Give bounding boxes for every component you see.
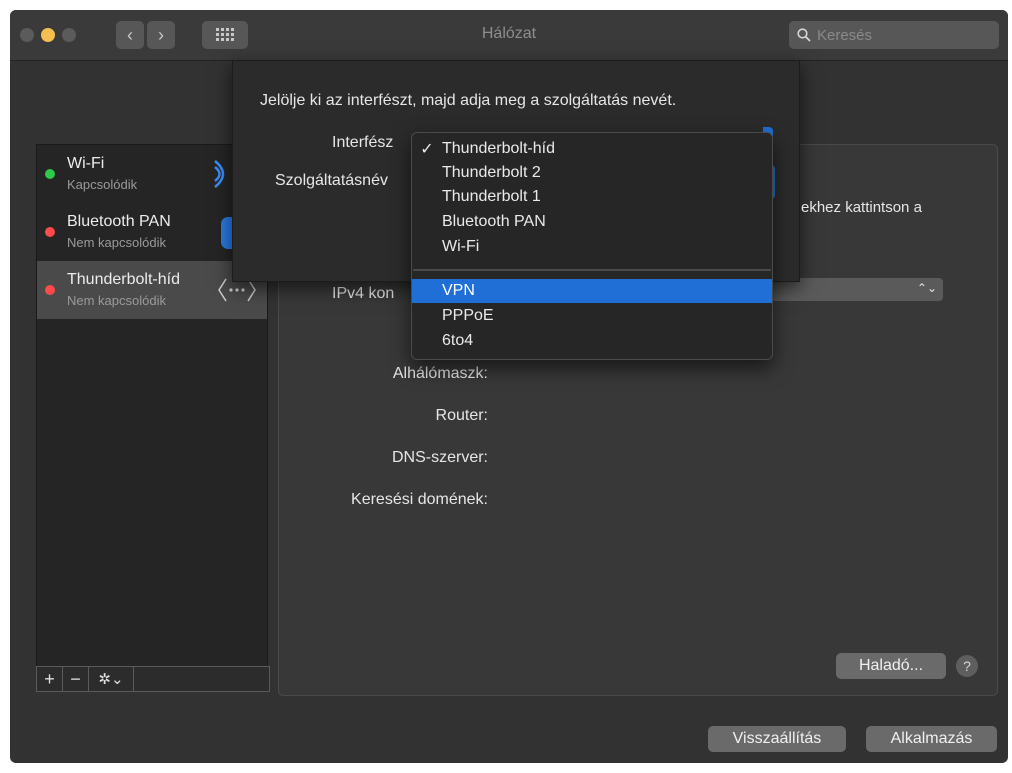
search-icon xyxy=(797,28,811,42)
help-button[interactable]: ? xyxy=(956,655,978,677)
sheet-instruction: Jelölje ki az interfészt, majd adja meg … xyxy=(260,92,677,109)
search-field[interactable]: Keresés xyxy=(789,21,999,49)
service-list-toolbar: + − ✲⌄ xyxy=(36,666,270,692)
menu-item-wifi[interactable]: Wi-Fi xyxy=(412,235,772,259)
service-name: Wi-Fi xyxy=(67,155,105,172)
advanced-button[interactable]: Haladó... xyxy=(836,653,946,679)
checkmark-icon: ✓ xyxy=(420,141,434,158)
gear-icon: ✲⌄ xyxy=(98,671,124,688)
minus-icon: − xyxy=(70,668,81,689)
router-label: Router: xyxy=(435,407,488,424)
menu-item-thunderbolt-2[interactable]: Thunderbolt 2 xyxy=(412,161,772,185)
service-name: Thunderbolt-híd xyxy=(67,271,180,288)
menu-item-pppoe[interactable]: PPPoE xyxy=(412,304,772,328)
titlebar: ‹ › Hálózat Keresés xyxy=(10,10,1008,61)
service-name: Bluetooth PAN xyxy=(67,213,171,230)
menu-item-bluetooth-pan[interactable]: Bluetooth PAN xyxy=(412,210,772,234)
interface-dropdown-menu: ✓ Thunderbolt-híd Thunderbolt 2 Thunderb… xyxy=(411,132,773,360)
stepper-icon: ⌃⌄ xyxy=(916,281,937,295)
network-preferences-window: ‹ › Hálózat Keresés Wi-Fi Kapcsolódik Bl… xyxy=(10,10,1008,763)
service-name-label: Szolgáltatásnév xyxy=(275,172,388,189)
add-service-button[interactable]: + xyxy=(37,667,63,691)
menu-item-6to4[interactable]: 6to4 xyxy=(412,329,772,353)
dns-server-label: DNS-szerver: xyxy=(391,449,488,466)
menu-item-thunderbolt-bridge[interactable]: ✓ Thunderbolt-híd xyxy=(412,137,772,161)
revert-button[interactable]: Visszaállítás xyxy=(708,726,846,752)
status-dot-green xyxy=(45,169,55,179)
plus-icon: + xyxy=(44,668,55,689)
menu-separator xyxy=(413,269,771,271)
subnet-mask-label: Alhálómaszk: xyxy=(392,365,488,382)
status-dot-red xyxy=(45,227,55,237)
service-actions-button[interactable]: ✲⌄ xyxy=(89,667,134,691)
status-dot-red xyxy=(45,285,55,295)
menu-item-vpn[interactable]: VPN xyxy=(412,279,772,303)
service-status: Kapcsolódik xyxy=(67,177,138,192)
apply-button[interactable]: Alkalmazás xyxy=(866,726,997,752)
search-domains-label: Keresési domének: xyxy=(351,491,488,508)
partial-hint-text: ekhez kattintson a xyxy=(801,199,922,216)
service-status: Nem kapcsolódik xyxy=(67,293,166,308)
service-status: Nem kapcsolódik xyxy=(67,235,166,250)
menu-item-thunderbolt-1[interactable]: Thunderbolt 1 xyxy=(412,185,772,209)
search-placeholder: Keresés xyxy=(817,26,873,44)
remove-service-button[interactable]: − xyxy=(63,667,89,691)
interface-label: Interfész xyxy=(332,134,394,151)
